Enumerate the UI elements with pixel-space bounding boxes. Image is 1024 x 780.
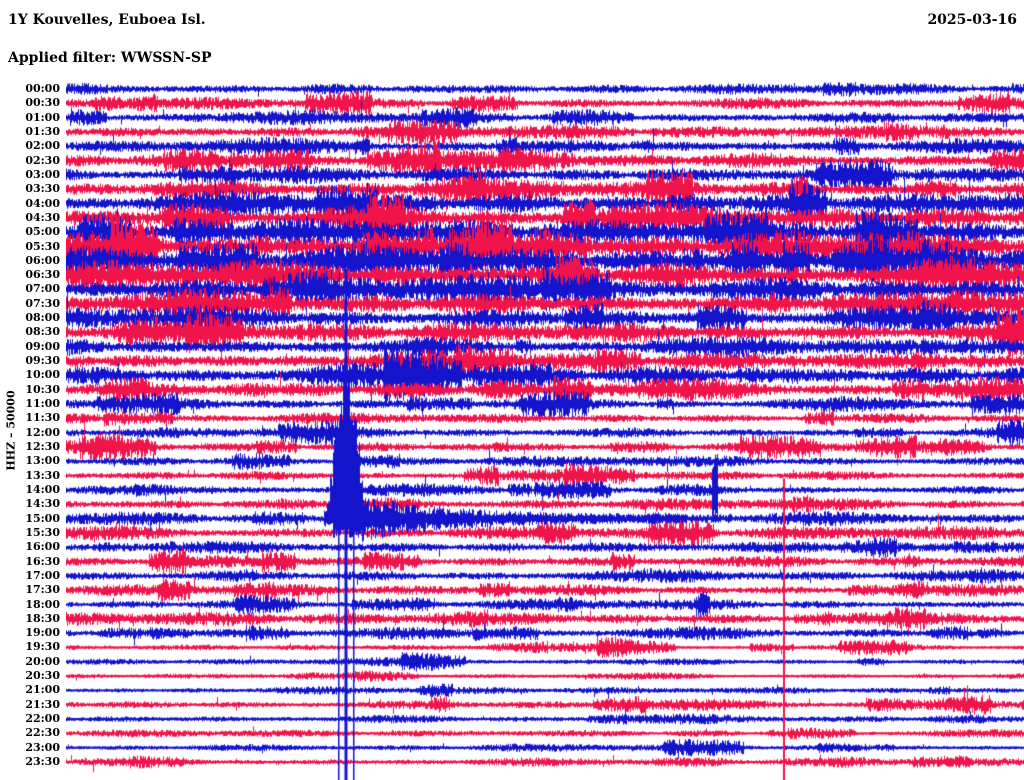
time-label: 07:00 xyxy=(25,282,60,296)
helicorder-canvas xyxy=(66,66,1024,780)
time-label: 10:30 xyxy=(25,382,60,396)
time-label: 00:00 xyxy=(25,82,60,95)
time-label: 09:30 xyxy=(25,354,60,368)
time-label: 14:00 xyxy=(25,482,60,496)
filter-label: Applied filter: WWSSN-SP xyxy=(8,50,212,66)
time-label: 07:30 xyxy=(25,296,60,310)
time-label: 06:30 xyxy=(25,268,60,282)
time-label: 19:00 xyxy=(25,626,60,640)
time-label: 20:00 xyxy=(25,654,60,668)
time-label: 18:30 xyxy=(25,611,60,625)
time-label: 15:30 xyxy=(25,525,60,539)
time-label: 16:30 xyxy=(25,554,60,568)
time-label: 11:30 xyxy=(25,411,60,425)
time-label: 04:30 xyxy=(25,210,60,224)
time-label: 09:00 xyxy=(25,339,60,353)
time-label: 21:30 xyxy=(25,697,60,711)
time-label: 18:00 xyxy=(25,597,60,611)
time-label: 14:30 xyxy=(25,497,60,511)
time-label: 16:00 xyxy=(25,540,60,554)
time-label: 23:30 xyxy=(25,755,60,769)
time-label: 15:00 xyxy=(25,511,60,525)
time-label: 04:00 xyxy=(25,196,60,210)
time-label: 02:00 xyxy=(25,139,60,153)
time-label: 12:00 xyxy=(25,425,60,439)
time-label: 08:30 xyxy=(25,325,60,339)
time-label: 05:30 xyxy=(25,239,60,253)
time-label: 21:00 xyxy=(25,683,60,697)
time-label: 06:00 xyxy=(25,253,60,267)
time-label: 08:00 xyxy=(25,311,60,325)
time-label: 10:00 xyxy=(25,368,60,382)
time-label: 05:00 xyxy=(25,225,60,239)
time-label: 11:00 xyxy=(25,397,60,411)
time-label: 12:30 xyxy=(25,440,60,453)
time-label: 13:00 xyxy=(25,454,60,468)
time-label: 20:30 xyxy=(25,669,60,683)
time-label: 22:30 xyxy=(25,726,60,740)
time-label: 02:30 xyxy=(25,153,60,167)
time-label: 17:00 xyxy=(25,568,60,582)
time-label: 03:00 xyxy=(25,167,60,181)
time-label: 01:30 xyxy=(25,124,60,138)
time-label: 19:30 xyxy=(25,640,60,654)
time-label: 13:30 xyxy=(25,468,60,482)
helicorder-page: 1Y Kouvelles, Euboea Isl. 2025-03-16 App… xyxy=(0,0,1024,780)
time-label: 03:30 xyxy=(25,182,60,196)
time-label: 22:00 xyxy=(25,712,60,726)
date-label: 2025-03-16 xyxy=(927,12,1017,28)
time-label: 00:30 xyxy=(25,96,60,110)
time-label: 01:00 xyxy=(25,110,60,124)
time-label: 17:30 xyxy=(25,583,60,597)
station-title: 1Y Kouvelles, Euboea Isl. xyxy=(8,12,206,28)
time-label: 23:00 xyxy=(25,740,60,754)
